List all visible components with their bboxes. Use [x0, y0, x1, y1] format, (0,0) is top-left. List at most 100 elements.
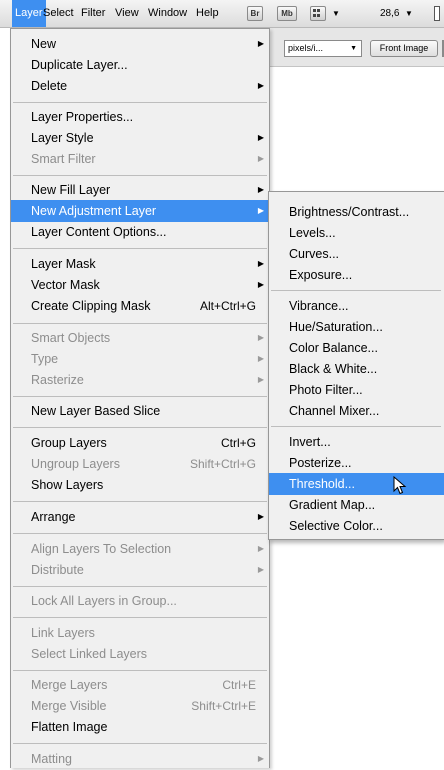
menu-item-label: Merge Layers: [31, 678, 108, 692]
menu-item-label: Align Layers To Selection: [31, 542, 172, 556]
zoom-level[interactable]: 28,6: [380, 0, 399, 27]
menu-item-rasterize: Rasterize ▶: [11, 369, 269, 391]
minibridge-icon[interactable]: Mb: [277, 6, 297, 21]
menu-separator: [271, 290, 441, 291]
menu-separator: [13, 427, 267, 428]
submenu-item-invert[interactable]: Invert...: [269, 431, 444, 453]
menu-item-duplicate-layer[interactable]: Duplicate Layer...: [11, 54, 269, 76]
resolution-units-select[interactable]: pixels/i... ▼: [284, 40, 362, 57]
menu-item-shortcut: Shift+Ctrl+G: [189, 457, 256, 471]
menu-item-vector-mask[interactable]: Vector Mask ▶: [11, 274, 269, 296]
menu-item-layer-content-options[interactable]: Layer Content Options...: [11, 221, 269, 243]
menu-item-label: Smart Objects: [31, 331, 111, 345]
menu-item-arrange[interactable]: Arrange ▶: [11, 506, 269, 528]
submenu-item-brightness-contrast[interactable]: Brightness/Contrast...: [269, 201, 444, 223]
menu-item-layer-style[interactable]: Layer Style ▶: [11, 127, 269, 149]
menu-item-new-adjustment-layer[interactable]: New Adjustment Layer ▶: [11, 200, 269, 222]
menu-separator: [13, 533, 267, 534]
menu-window[interactable]: Window: [145, 0, 190, 27]
submenu-item-threshold[interactable]: Threshold...: [269, 473, 444, 495]
submenu-arrow-icon: ▶: [257, 259, 264, 268]
submenu-item-gradient-map[interactable]: Gradient Map...: [269, 494, 444, 516]
submenu-item-vibrance[interactable]: Vibrance...: [269, 295, 444, 317]
menu-item-label: Vibrance...: [289, 299, 349, 313]
menu-item-lock-all-layers: Lock All Layers in Group...: [11, 590, 269, 612]
submenu-item-color-balance[interactable]: Color Balance...: [269, 337, 444, 359]
menu-item-show-layers[interactable]: Show Layers: [11, 474, 269, 496]
menu-item-link-layers: Link Layers: [11, 622, 269, 644]
view-extras-dropdown-icon[interactable]: ▼: [332, 0, 340, 27]
submenu-item-selective-color[interactable]: Selective Color...: [269, 515, 444, 537]
menu-bar: Layer Select Filter View Window Help Br …: [0, 0, 444, 28]
menu-item-new-fill-layer[interactable]: New Fill Layer ▶: [11, 179, 269, 201]
menu-help[interactable]: Help: [193, 0, 222, 27]
menu-item-label: Duplicate Layer...: [31, 58, 128, 72]
menu-item-label: Hue/Saturation...: [289, 320, 383, 334]
menu-item-create-clipping-mask[interactable]: Create Clipping Mask Alt+Ctrl+G: [11, 295, 269, 317]
screen-mode-icon[interactable]: [434, 6, 440, 21]
menu-item-label: Levels...: [289, 226, 336, 240]
menu-item-label: Selective Color...: [289, 519, 383, 533]
menu-item-label: Arrange: [31, 510, 76, 524]
menu-separator: [13, 396, 267, 397]
menu-item-label: Flatten Image: [31, 720, 108, 734]
zoom-dropdown-icon[interactable]: ▼: [405, 0, 413, 27]
menu-item-label: Delete: [31, 79, 68, 93]
menu-item-label: Select Linked Layers: [31, 647, 148, 661]
menu-item-select-linked-layers: Select Linked Layers: [11, 643, 269, 665]
menu-item-flatten-image[interactable]: Flatten Image: [11, 716, 269, 738]
menu-item-label: Exposure...: [289, 268, 353, 282]
menu-item-label: Show Layers: [31, 478, 104, 492]
menu-item-label: Channel Mixer...: [289, 404, 380, 418]
menu-item-label: Layer Content Options...: [31, 225, 167, 239]
menu-item-new[interactable]: New ▶: [11, 33, 269, 55]
view-extras-icon[interactable]: [310, 6, 326, 21]
menu-item-merge-visible: Merge Visible Shift+Ctrl+E: [11, 695, 269, 717]
submenu-arrow-icon: ▶: [257, 565, 264, 574]
menu-item-align-layers: Align Layers To Selection ▶: [11, 538, 269, 560]
menu-separator: [13, 617, 267, 618]
menu-item-label: Rasterize: [31, 373, 84, 387]
menu-item-delete[interactable]: Delete ▶: [11, 75, 269, 97]
submenu-item-channel-mixer[interactable]: Channel Mixer...: [269, 400, 444, 422]
front-image-button[interactable]: Front Image: [370, 40, 438, 57]
submenu-item-black-white[interactable]: Black & White...: [269, 358, 444, 380]
menu-separator: [13, 175, 267, 176]
submenu-item-photo-filter[interactable]: Photo Filter...: [269, 379, 444, 401]
menu-item-label: Layer Mask: [31, 257, 96, 271]
submenu-arrow-icon: ▶: [257, 512, 264, 521]
submenu-item-levels[interactable]: Levels...: [269, 222, 444, 244]
menu-separator: [13, 248, 267, 249]
menu-view[interactable]: View: [112, 0, 142, 27]
submenu-item-posterize[interactable]: Posterize...: [269, 452, 444, 474]
menu-filter[interactable]: Filter: [78, 0, 108, 27]
menu-item-distribute: Distribute ▶: [11, 559, 269, 581]
submenu-arrow-icon: ▶: [257, 544, 264, 553]
menu-item-label: Merge Visible: [31, 699, 107, 713]
submenu-item-exposure[interactable]: Exposure...: [269, 264, 444, 286]
menu-item-shortcut: Ctrl+G: [220, 436, 256, 450]
submenu-item-hue-saturation[interactable]: Hue/Saturation...: [269, 316, 444, 338]
menu-item-label: Distribute: [31, 563, 84, 577]
menu-item-shortcut: Alt+Ctrl+G: [199, 299, 256, 313]
menu-item-label: Group Layers: [31, 436, 107, 450]
menu-separator: [13, 586, 267, 587]
bridge-icon[interactable]: Br: [247, 6, 263, 21]
menu-item-label: Type: [31, 352, 59, 366]
menu-item-layer-properties[interactable]: Layer Properties...: [11, 106, 269, 128]
menu-item-label: Layer Properties...: [31, 110, 134, 124]
menu-item-label: New Layer Based Slice: [31, 404, 161, 418]
menu-item-layer-mask[interactable]: Layer Mask ▶: [11, 253, 269, 275]
submenu-item-curves[interactable]: Curves...: [269, 243, 444, 265]
options-bar: pixels/i... ▼ Front Image: [270, 28, 444, 67]
menu-item-label: Curves...: [289, 247, 340, 261]
menu-select[interactable]: Select: [40, 0, 77, 27]
menu-item-new-layer-based-slice[interactable]: New Layer Based Slice: [11, 400, 269, 422]
menu-item-label: Smart Filter: [31, 152, 96, 166]
submenu-arrow-icon: ▶: [257, 81, 264, 90]
menu-item-label: New Fill Layer: [31, 183, 111, 197]
menu-item-label: New Adjustment Layer: [31, 204, 157, 218]
menu-item-group-layers[interactable]: Group Layers Ctrl+G: [11, 432, 269, 454]
submenu-arrow-icon: ▶: [257, 154, 264, 163]
submenu-arrow-icon: ▶: [257, 375, 264, 384]
